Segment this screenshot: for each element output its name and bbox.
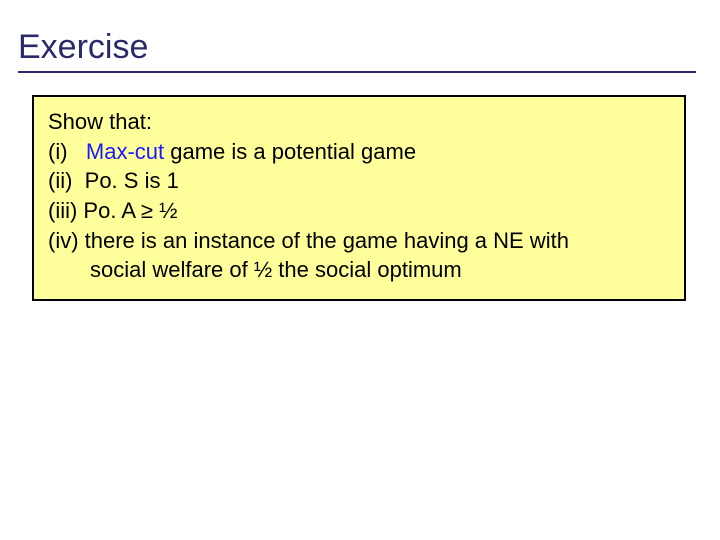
exercise-item-i: (i) Max-cut game is a potential game — [48, 137, 670, 167]
slide-title: Exercise — [18, 28, 696, 73]
exercise-item-iv: (iv) there is an instance of the game ha… — [48, 226, 670, 256]
item-i-prefix: (i) — [48, 139, 86, 164]
item-i-rest: game is a potential game — [164, 139, 416, 164]
exercise-box: Show that: (i) Max-cut game is a potenti… — [32, 95, 686, 301]
exercise-item-iii: (iii) Po. A ≥ ½ — [48, 196, 670, 226]
exercise-intro: Show that: — [48, 107, 670, 137]
exercise-item-iv-cont: social welfare of ½ the social optimum — [48, 255, 670, 285]
item-i-term: Max-cut — [86, 139, 164, 164]
exercise-item-ii: (ii) Po. S is 1 — [48, 166, 670, 196]
